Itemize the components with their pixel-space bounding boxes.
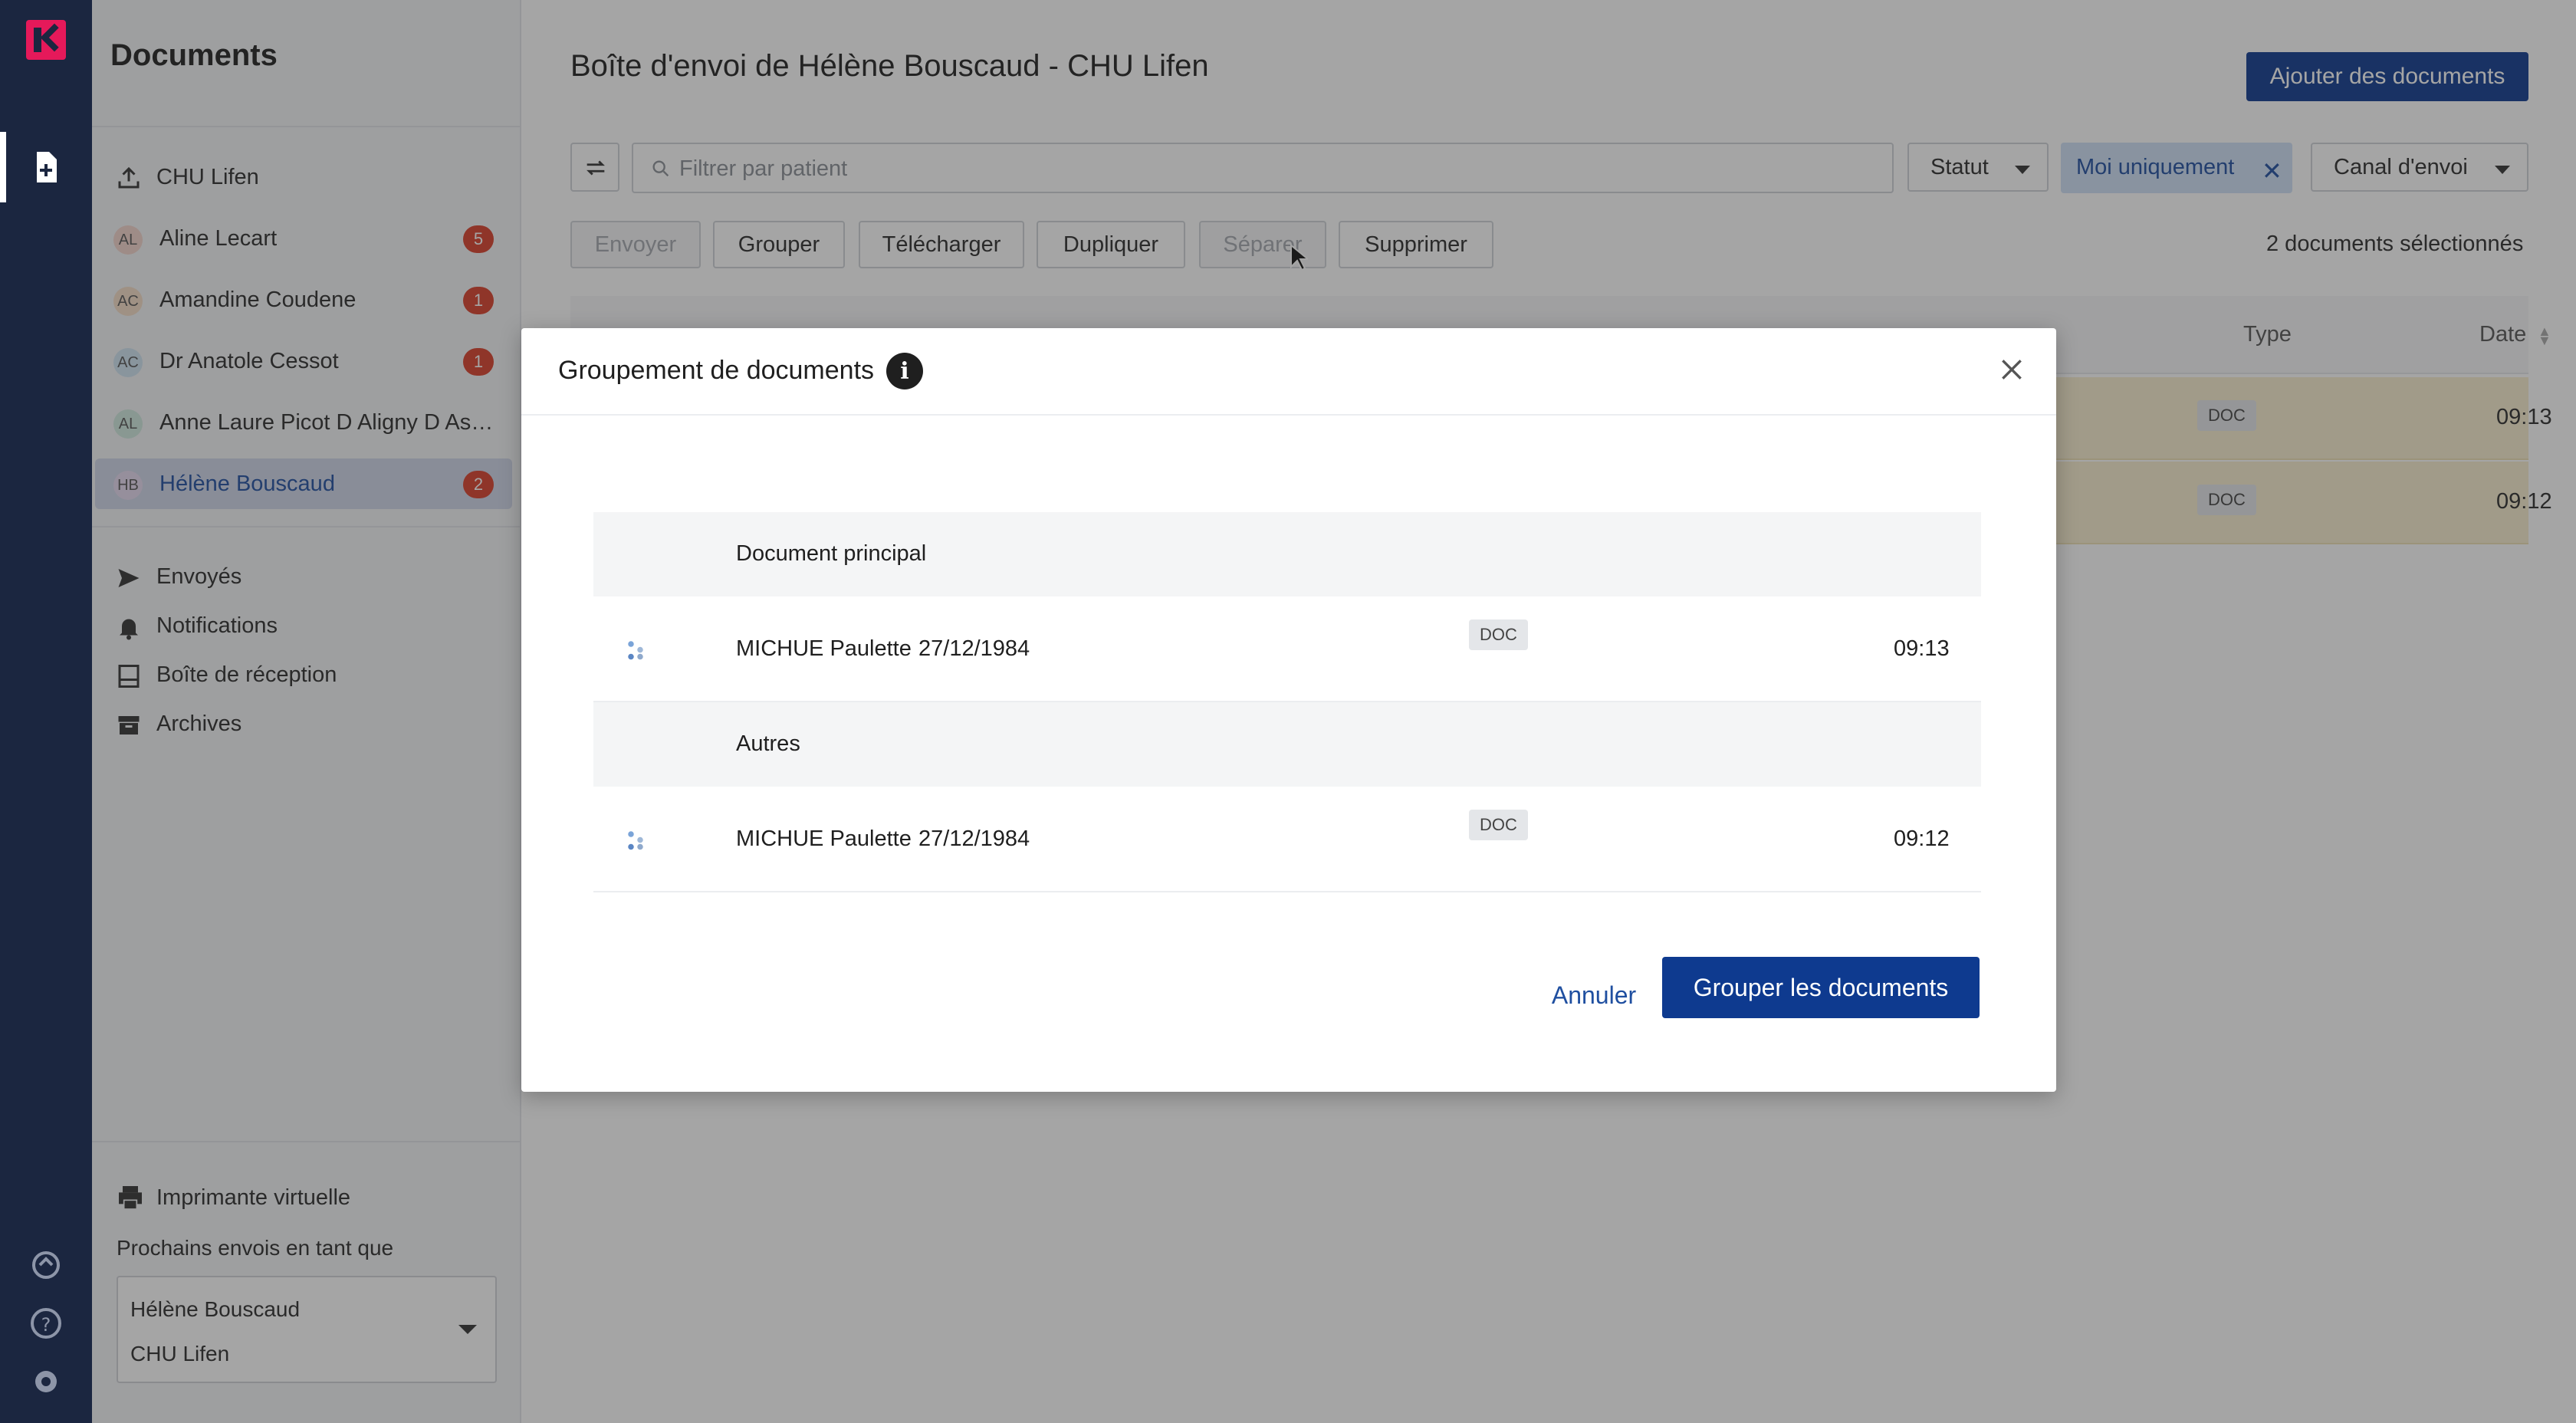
modal-title: Groupement de documents (558, 356, 875, 385)
lifen-logo-icon (26, 20, 66, 60)
document-row[interactable]: MICHUE Paulette 27/12/1984 DOC 09:12 (593, 787, 1981, 892)
drag-handle-icon[interactable] (624, 639, 647, 662)
document-time: 09:13 (1894, 636, 1950, 661)
main-document-section: Document principal (593, 512, 1981, 596)
patient-name: MICHUE Paulette (736, 827, 912, 851)
patient-dob: 27/12/1984 (918, 827, 1030, 851)
drag-handle-icon[interactable] (624, 830, 647, 853)
active-indicator (0, 132, 6, 202)
sync-icon[interactable] (28, 1247, 64, 1283)
cancel-button[interactable]: Annuler (1533, 971, 1654, 1020)
type-badge: DOC (1469, 619, 1528, 650)
modal-header: Groupement de documents i (521, 328, 2056, 416)
documents-rail-tab[interactable] (0, 132, 92, 202)
group-documents-button[interactable]: Grouper les documents (1662, 957, 1980, 1018)
document-add-icon (37, 152, 57, 182)
close-icon[interactable] (1996, 354, 2027, 385)
other-documents-section: Autres (593, 702, 1981, 787)
document-row[interactable]: MICHUE Paulette 27/12/1984 DOC 09:13 (593, 596, 1981, 702)
info-icon[interactable]: i (886, 353, 923, 389)
svg-text:?: ? (41, 1314, 51, 1336)
settings-gear-icon[interactable] (28, 1363, 64, 1400)
type-badge: DOC (1469, 810, 1528, 840)
group-documents-modal: Groupement de documents i Document princ… (521, 328, 2056, 1092)
patient-dob: 27/12/1984 (918, 636, 1030, 661)
section-label: Autres (736, 731, 800, 756)
section-label: Document principal (736, 541, 927, 566)
icon-rail: ? (0, 0, 92, 1423)
patient-name: MICHUE Paulette (736, 636, 912, 661)
app-root: ? Documents CHU Lifen AL Aline Lecart 5 … (0, 0, 2576, 1423)
document-time: 09:12 (1894, 827, 1950, 851)
help-icon[interactable]: ? (28, 1305, 64, 1342)
